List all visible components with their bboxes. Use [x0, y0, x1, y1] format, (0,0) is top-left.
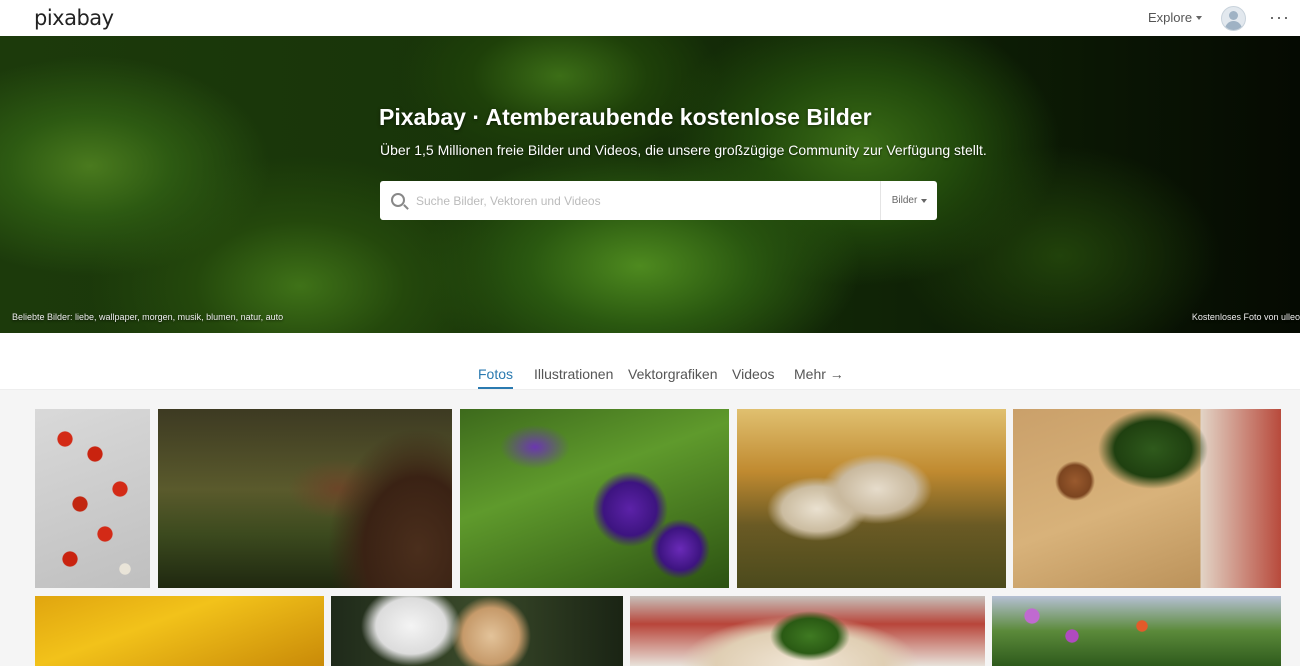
hero-title: Pixabay · Atemberaubende kostenlose Bild…: [379, 104, 872, 130]
caret-down-icon: [921, 198, 928, 203]
tab-vektorgrafiken[interactable]: Vektorgrafiken: [628, 366, 718, 382]
search-icon[interactable]: [391, 193, 405, 207]
tab-videos[interactable]: Videos: [732, 366, 775, 382]
photo-credit[interactable]: Kostenloses Foto von ulleo: [1192, 312, 1300, 322]
media-type-tabs: Fotos Illustrationen Vektorgrafiken Vide…: [0, 333, 1300, 390]
top-bar: pixabay Explore ···: [0, 0, 1300, 36]
tab-illustrationen[interactable]: Illustrationen: [534, 366, 613, 382]
user-avatar-icon[interactable]: [1221, 6, 1246, 31]
search-type-dropdown[interactable]: Bilder: [880, 181, 938, 220]
more-icon[interactable]: ···: [1269, 7, 1290, 28]
pixabay-logo[interactable]: pixabay: [34, 6, 114, 30]
explore-menu[interactable]: Explore: [1148, 10, 1203, 25]
search-type-label: Bilder: [891, 195, 918, 206]
gallery-image-wildflowers[interactable]: [992, 596, 1281, 666]
search-bar: Bilder: [380, 181, 937, 220]
gallery-image-horse-girl[interactable]: [331, 596, 623, 666]
gallery-image-spaghetti[interactable]: [630, 596, 985, 666]
gallery-image-sheep[interactable]: [737, 409, 1006, 588]
image-gallery: [0, 390, 1300, 666]
explore-label: Explore: [1148, 10, 1193, 25]
search-input[interactable]: [414, 190, 873, 212]
hero-banner: Pixabay · Atemberaubende kostenlose Bild…: [0, 36, 1300, 333]
gallery-image-pasta[interactable]: [1013, 409, 1281, 588]
caret-down-icon: [1196, 15, 1203, 20]
gallery-image-eagle[interactable]: [158, 409, 452, 588]
gallery-image-sunflower[interactable]: [35, 596, 324, 666]
gallery-image-tomatoes[interactable]: [35, 409, 150, 588]
tab-mehr[interactable]: Mehr →: [794, 366, 844, 382]
tab-fotos[interactable]: Fotos: [478, 366, 514, 389]
avatar-head: [1229, 11, 1238, 20]
gallery-image-morning-glory[interactable]: [460, 409, 729, 588]
hero-subtitle: Über 1,5 Millionen freie Bilder und Vide…: [380, 142, 987, 158]
avatar-body: [1225, 21, 1242, 30]
popular-searches[interactable]: Beliebte Bilder: liebe, wallpaper, morge…: [12, 312, 283, 322]
